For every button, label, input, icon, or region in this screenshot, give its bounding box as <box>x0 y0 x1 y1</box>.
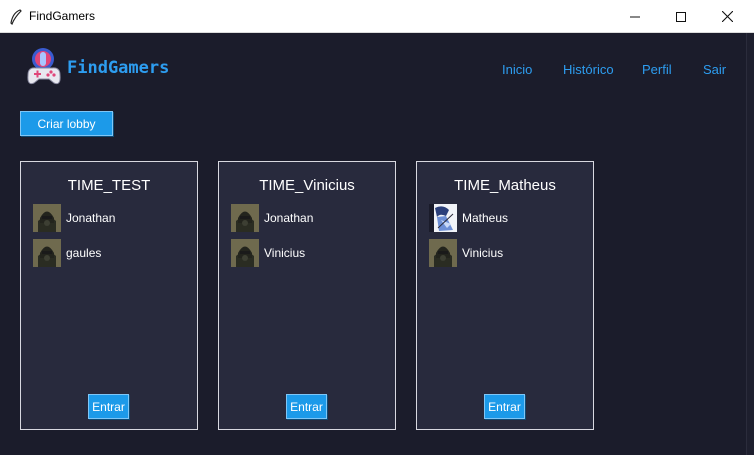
nav-historico-link[interactable]: Histórico <box>563 62 614 77</box>
lobby-member: gaules <box>33 239 101 267</box>
minimize-button[interactable] <box>612 0 658 33</box>
maximize-button[interactable] <box>658 0 704 33</box>
join-lobby-button[interactable]: Entrar <box>484 394 525 419</box>
lobby-member: Jonathan <box>231 204 313 232</box>
lobby-member: Vinicius <box>231 239 305 267</box>
feather-icon <box>10 9 22 25</box>
lobby-card: TIME_TEST Jonathan gaules Entrar <box>20 161 198 430</box>
member-name: Vinicius <box>462 246 504 260</box>
masked-soldier-avatar <box>231 239 259 267</box>
lobby-card: TIME_Vinicius Jonathan Vinicius Entrar <box>218 161 396 430</box>
anime-character-avatar <box>429 204 457 232</box>
masked-soldier-avatar <box>33 239 61 267</box>
member-name: Jonathan <box>264 211 314 225</box>
gamepad-logo-icon <box>27 48 61 85</box>
lobby-card: TIME_Matheus Matheus Vinicius Entrar <box>416 161 594 430</box>
app-logo-text: FindGamers <box>67 58 170 78</box>
lobby-title: TIME_Vinicius <box>259 177 355 194</box>
masked-soldier-avatar <box>429 239 457 267</box>
window-title: FindGamers <box>29 9 96 23</box>
join-lobby-button[interactable]: Entrar <box>286 394 327 419</box>
masked-soldier-avatar <box>231 204 259 232</box>
window-titlebar: FindGamers <box>0 0 754 33</box>
maximize-icon <box>676 11 686 22</box>
nav-sair-link[interactable]: Sair <box>703 62 726 77</box>
lobby-member: Matheus <box>429 204 508 232</box>
close-icon <box>721 11 733 22</box>
create-lobby-button[interactable]: Criar lobby <box>20 111 113 136</box>
member-name: gaules <box>66 246 102 260</box>
lobby-member: Vinicius <box>429 239 503 267</box>
close-button[interactable] <box>704 0 750 33</box>
member-name: Jonathan <box>66 211 116 225</box>
masked-soldier-avatar <box>33 204 61 232</box>
background-window-edge <box>746 33 754 455</box>
minimize-icon <box>630 16 640 17</box>
member-name: Matheus <box>462 211 509 225</box>
lobby-title: TIME_Matheus <box>454 177 556 194</box>
lobby-title: TIME_TEST <box>67 177 151 194</box>
member-name: Vinicius <box>264 246 306 260</box>
join-lobby-button[interactable]: Entrar <box>88 394 129 419</box>
nav-inicio-link[interactable]: Inicio <box>502 62 532 77</box>
lobby-member: Jonathan <box>33 204 115 232</box>
nav-perfil-link[interactable]: Perfil <box>642 62 672 77</box>
